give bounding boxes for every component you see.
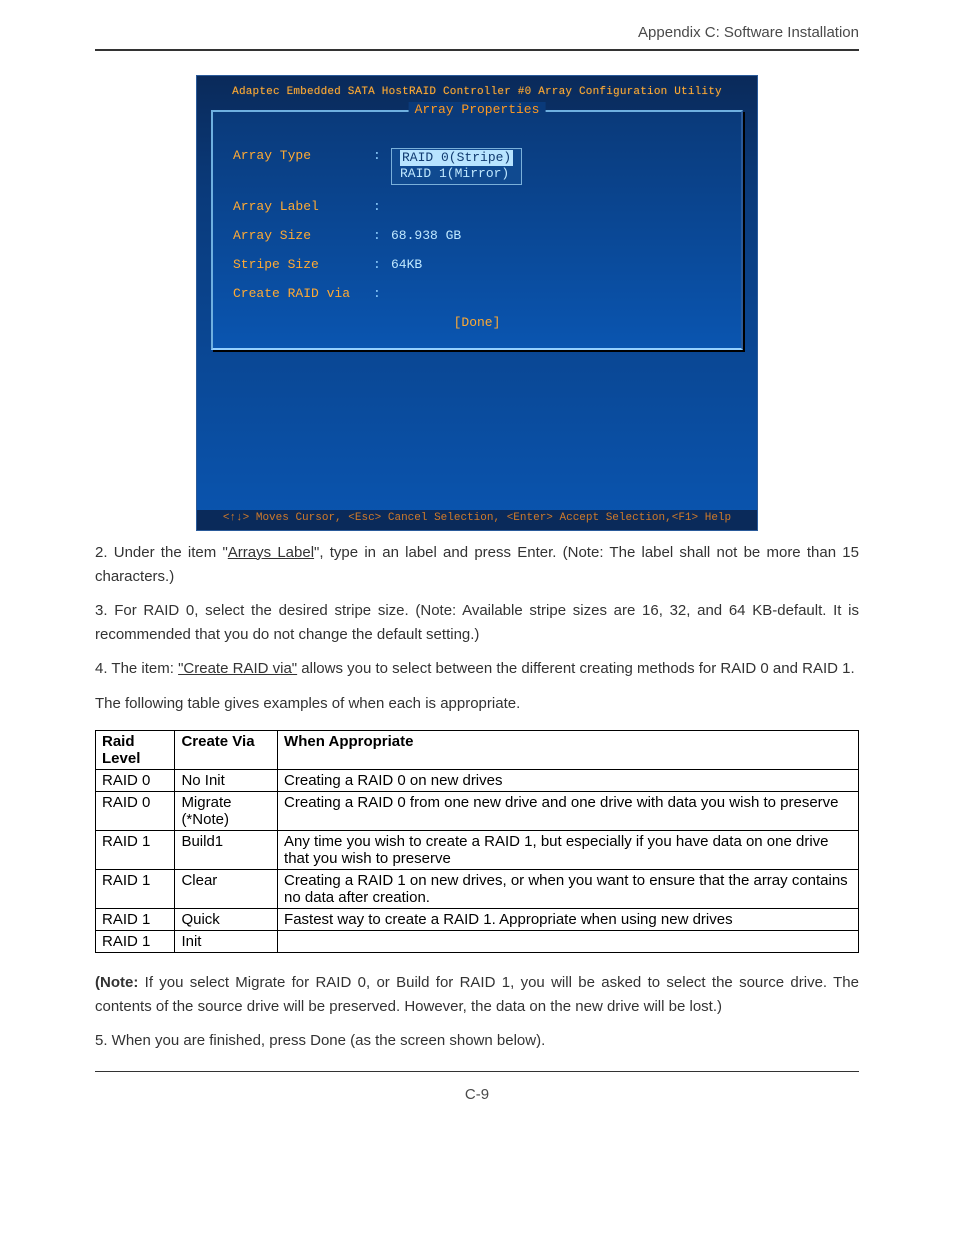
create-via-label: Create RAID via — [233, 286, 373, 301]
bios-footer-hints: <↑↓> Moves Cursor, <Esc> Cancel Selectio… — [197, 510, 757, 530]
bios-row-create-via: Create RAID via : — [233, 286, 721, 301]
note-label: (Note: — [95, 974, 138, 991]
paragraph-5: 5. When you are finished, press Done (as… — [95, 1029, 859, 1053]
th-raid-level: Raid Level — [96, 730, 175, 769]
bios-row-stripe-size: Stripe Size : 64KB — [233, 257, 721, 272]
bios-array-properties-panel: Array Properties Array Type : RAID 0(Str… — [211, 110, 743, 350]
table-row: RAID 0 Migrate (*Note) Creating a RAID 0… — [96, 791, 859, 830]
table-row: RAID 1 Quick Fastest way to create a RAI… — [96, 908, 859, 930]
table-row: RAID 1 Clear Creating a RAID 1 on new dr… — [96, 869, 859, 908]
array-label-label: Array Label — [233, 199, 373, 214]
array-type-option[interactable]: RAID 1(Mirror) — [400, 166, 513, 182]
stripe-size-label: Stripe Size — [233, 257, 373, 272]
array-type-label: Array Type — [233, 148, 373, 185]
create-raid-via-underline: "Create RAID via" — [178, 660, 297, 677]
table-row: RAID 1 Init — [96, 930, 859, 952]
table-header-row: Raid Level Create Via When Appropriate — [96, 730, 859, 769]
paragraph-3: 3. For RAID 0, select the desired stripe… — [95, 599, 859, 647]
bios-row-array-label: Array Label : — [233, 199, 721, 214]
table-row: RAID 0 No Init Creating a RAID 0 on new … — [96, 769, 859, 791]
note-paragraph: (Note: If you select Migrate for RAID 0,… — [95, 971, 859, 1019]
th-create-via: Create Via — [175, 730, 278, 769]
bios-row-array-size: Array Size : 68.938 GB — [233, 228, 721, 243]
th-when-appropriate: When Appropriate — [278, 730, 859, 769]
page-number: C-9 — [95, 1071, 859, 1103]
raid-table: Raid Level Create Via When Appropriate R… — [95, 730, 859, 953]
array-size-label: Array Size — [233, 228, 373, 243]
paragraph-4: 4. The item: "Create RAID via" allows yo… — [95, 657, 859, 681]
bios-screenshot: Adaptec Embedded SATA HostRAID Controlle… — [196, 75, 758, 531]
stripe-size-value[interactable]: 64KB — [391, 257, 422, 272]
table-intro: The following table gives examples of wh… — [95, 695, 859, 712]
paragraph-2: 2. Under the item "Arrays Label", type i… — [95, 541, 859, 589]
array-type-dropdown[interactable]: RAID 0(Stripe) RAID 1(Mirror) — [391, 148, 522, 185]
array-type-option-selected[interactable]: RAID 0(Stripe) — [400, 150, 513, 166]
bios-done-button[interactable]: [Done] — [233, 315, 721, 330]
page-header: Appendix C: Software Installation — [95, 24, 859, 51]
table-row: RAID 1 Build1 Any time you wish to creat… — [96, 830, 859, 869]
arrays-label-underline: Arrays Label — [228, 544, 314, 561]
array-size-value: 68.938 GB — [391, 228, 461, 243]
bios-panel-title: Array Properties — [409, 102, 546, 117]
bios-row-array-type: Array Type : RAID 0(Stripe) RAID 1(Mirro… — [233, 148, 721, 185]
